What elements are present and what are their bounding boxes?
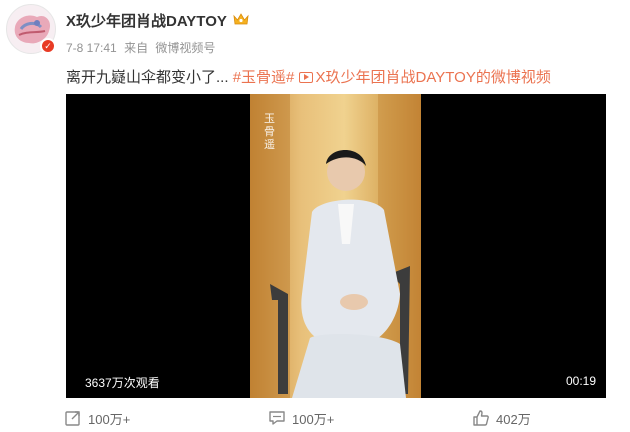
topic-link[interactable]: #玉骨遥# (233, 69, 295, 86)
video-source-label: X玖少年团肖战DAYTOY的微博视频 (315, 69, 551, 86)
comment-count: 100万+ (292, 411, 335, 427)
like-button[interactable]: 402万 (472, 408, 531, 428)
post-source[interactable]: 微博视频号 (155, 41, 215, 55)
post-date[interactable]: 7-8 17:41 (66, 41, 117, 55)
post-text: 离开九嶷山伞都变小了... #玉骨遥# X玖少年团肖战DAYTOY的微博视频 (66, 66, 551, 87)
video-source-link[interactable]: X玖少年团肖战DAYTOY的微博视频 (298, 69, 551, 86)
video-duration: 00:19 (565, 374, 596, 388)
repost-button[interactable]: 100万+ (64, 408, 130, 428)
comment-button[interactable]: 100万+ (268, 408, 334, 428)
video-watermark: 玉骨遥 (264, 112, 275, 151)
video-link-icon (298, 72, 313, 83)
verified-badge-icon: ✓ (40, 38, 56, 54)
repost-icon (65, 411, 80, 426)
comment-icon (269, 411, 285, 425)
post-meta: 7-8 17:41 来自 微博视频号 (66, 39, 219, 56)
user-name[interactable]: X玖少年团肖战DAYTOY (66, 10, 227, 31)
post-text-main: 离开九嶷山伞都变小了... (66, 69, 229, 86)
avatar[interactable]: ✓ (6, 4, 58, 56)
repost-count: 100万+ (88, 411, 131, 427)
post-header: ✓ X玖少年团肖战DAYTOY 7-8 17:41 来自 微博视频号 (0, 0, 630, 62)
video-player[interactable]: 玉骨遥 3637万次观看 00:19 (66, 94, 606, 398)
like-count: 402万 (496, 411, 531, 427)
crown-icon (233, 13, 249, 25)
video-frame: 玉骨遥 (250, 94, 421, 398)
action-bar: 100万+ 100万+ 402万 (0, 404, 630, 432)
source-prefix: 来自 (124, 41, 149, 55)
thumbs-up-icon (473, 410, 489, 426)
play-count: 3637万次观看 (85, 376, 160, 390)
